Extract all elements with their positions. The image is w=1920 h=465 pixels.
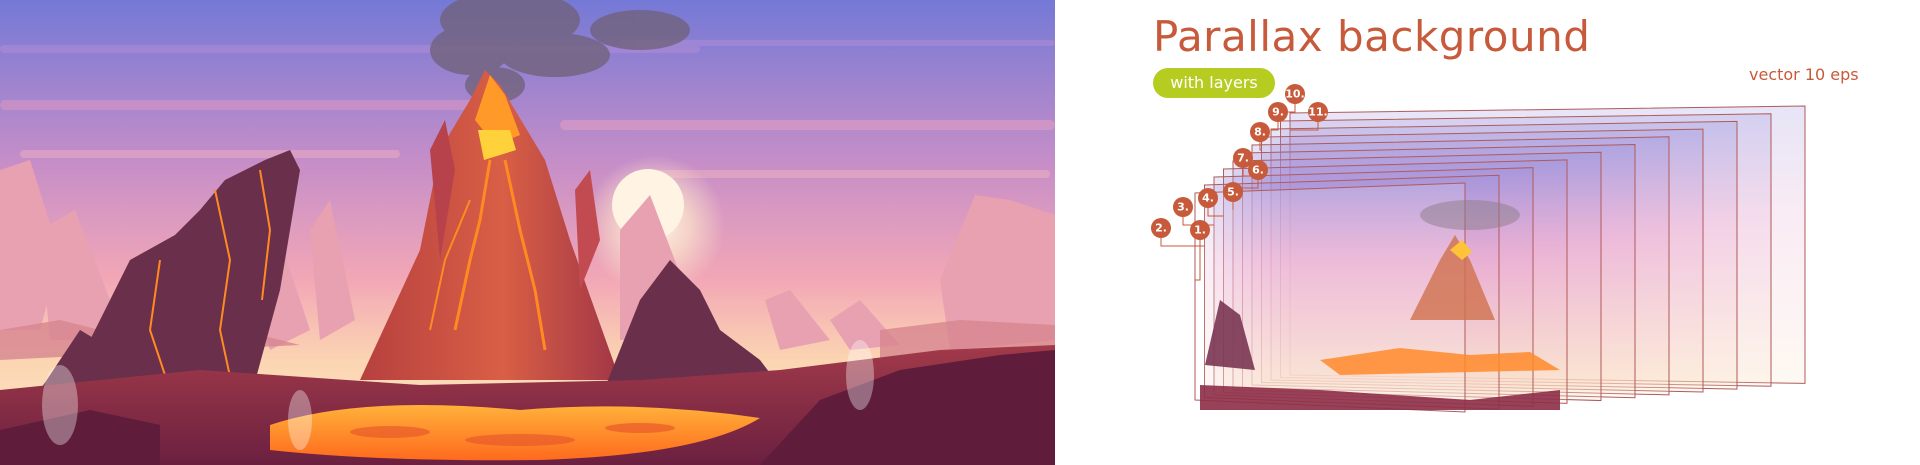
layer-number-label: 9. bbox=[1272, 106, 1284, 119]
layer-number-label: 11. bbox=[1308, 106, 1328, 119]
layer-number-label: 4. bbox=[1202, 192, 1214, 205]
artwork: Parallax background with layers vector 1… bbox=[0, 0, 1920, 465]
volcano-scene-illustration bbox=[0, 0, 1055, 465]
layer-number-label: 6. bbox=[1252, 164, 1264, 177]
layer-number-label: 2. bbox=[1155, 222, 1167, 235]
page-title: Parallax background bbox=[1153, 12, 1591, 61]
layer-stack-diagram: 1. 2. 3. 4. 5. 6.7. 8. 9.10.11. bbox=[1151, 84, 1806, 413]
layer-number-label: 10. bbox=[1285, 88, 1305, 101]
layer-number-label: 3. bbox=[1177, 201, 1189, 214]
layer-number-label: 5. bbox=[1227, 186, 1239, 199]
layer-number-label: 7. bbox=[1237, 152, 1249, 165]
layer-number-label: 1. bbox=[1194, 224, 1206, 237]
layer-number-label: 8. bbox=[1254, 126, 1266, 139]
